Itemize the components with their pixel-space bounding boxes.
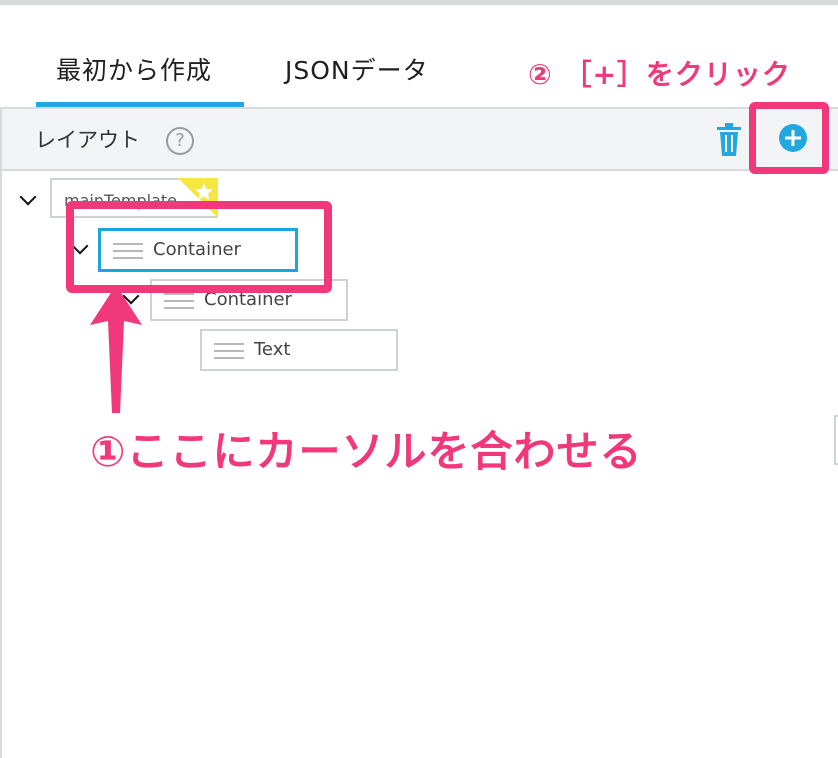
tree-node-text[interactable]: Text [200, 329, 398, 371]
annotation-step-1: ①ここにカーソルを合わせる [90, 427, 643, 476]
question-circle-icon[interactable]: ? [166, 127, 194, 155]
chevron-down-icon[interactable] [19, 188, 37, 206]
drag-handle-icon[interactable] [164, 293, 194, 309]
tab-create-from-scratch[interactable]: 最初から作成 [56, 51, 212, 87]
highlight-box-add-button [749, 102, 829, 174]
annotation-step-2: ② ［+］をクリック [528, 58, 791, 91]
tab-json-data[interactable]: JSONデータ [285, 51, 429, 87]
up-arrow-icon [90, 285, 142, 413]
tree-node-label: Text [254, 339, 291, 360]
layout-title: レイアウト [35, 128, 140, 152]
highlight-box-container [66, 201, 332, 293]
layout-header: レイアウト ? [2, 109, 838, 171]
trash-icon[interactable] [714, 123, 744, 157]
partial-panel-edge [834, 415, 838, 465]
drag-handle-icon[interactable] [214, 343, 244, 359]
